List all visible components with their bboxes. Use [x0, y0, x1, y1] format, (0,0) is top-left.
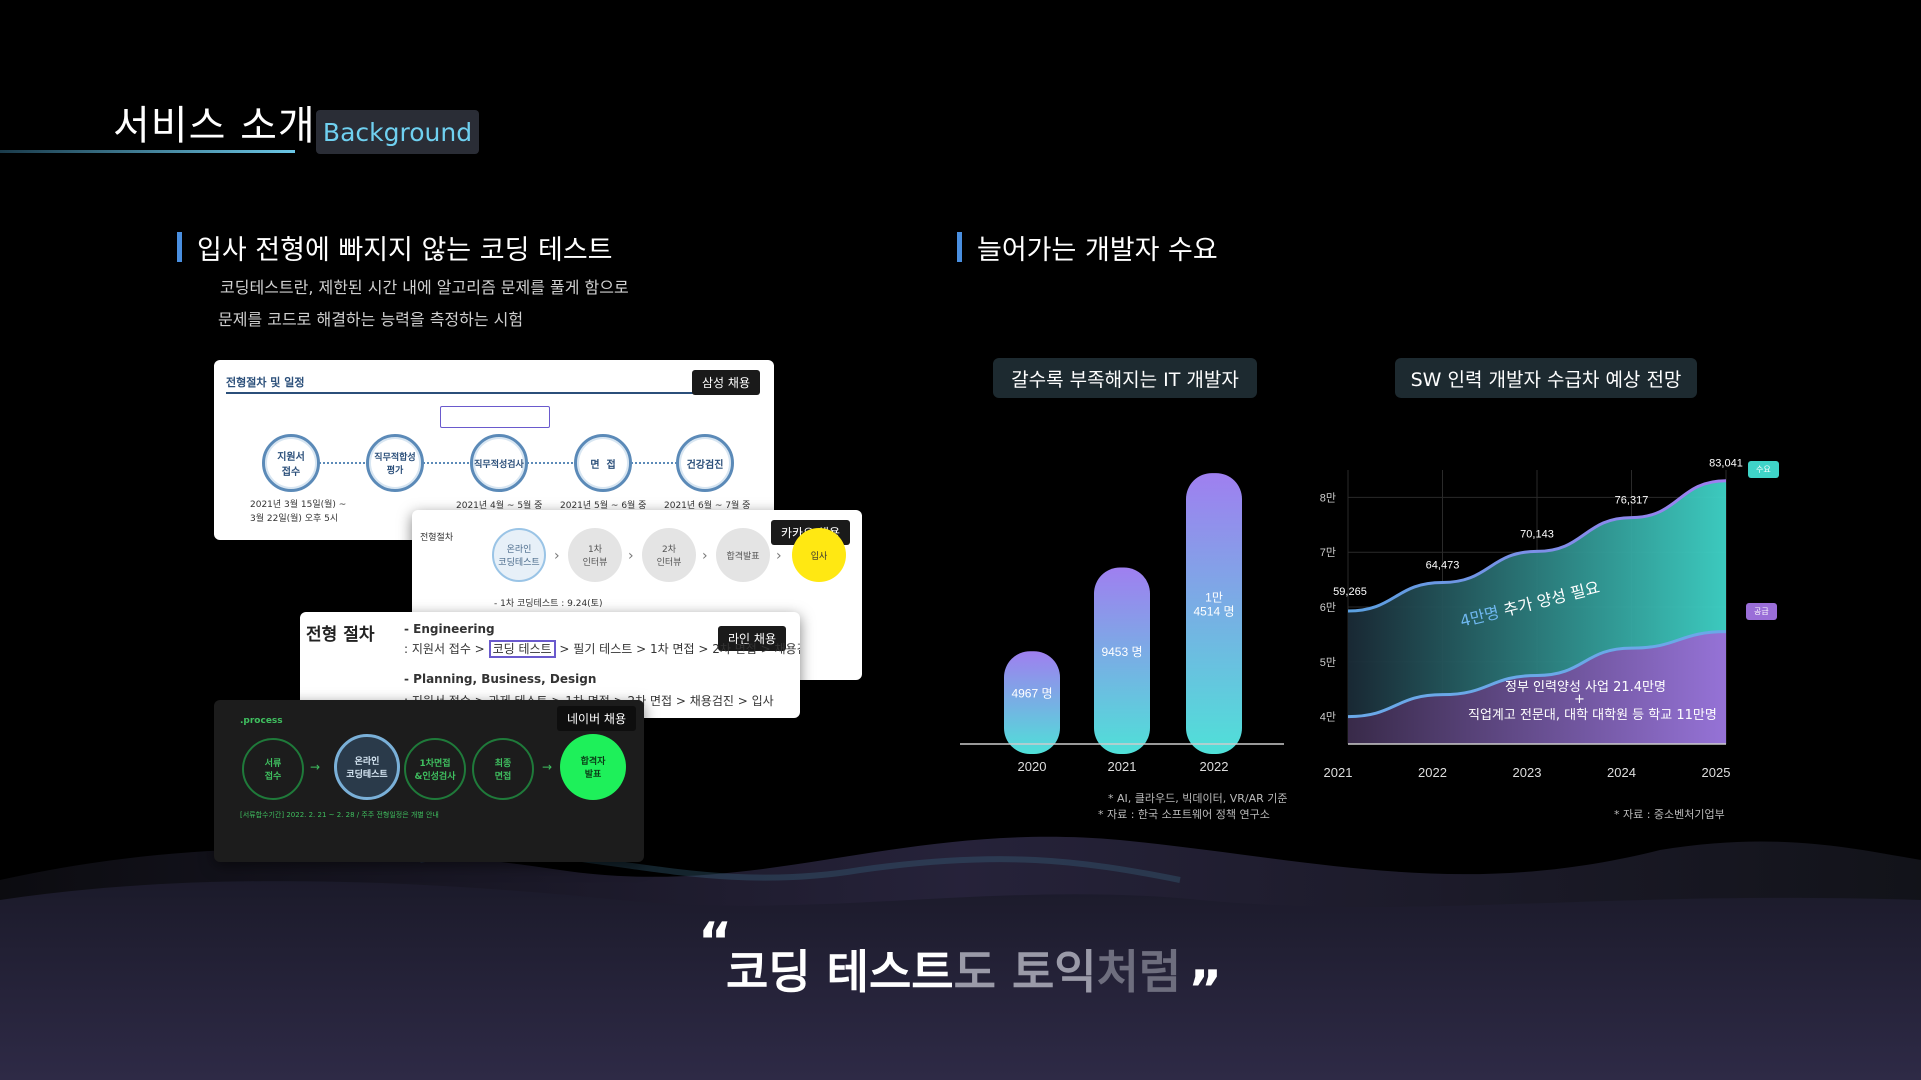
supply-badge: 공급	[1746, 603, 1777, 620]
title-underline	[0, 150, 295, 153]
kakao-arrow-2: ›	[628, 548, 634, 564]
demand-badge: 수요	[1748, 461, 1779, 478]
naver-note: [서류합수기간] 2022. 2. 21 ~ 2. 28 / 주주 전형일정은 …	[240, 811, 439, 819]
kakao-step-5: 입사	[792, 528, 846, 582]
left-desc-line1: 코딩테스트란, 제한된 시간 내에 알고리즘 문제를 풀게 함으로	[220, 278, 629, 297]
x-tick-label: 2020	[1018, 759, 1047, 774]
samsung-heading: 전형절차 및 일정	[226, 376, 305, 389]
x-tick-label: 2021	[1108, 759, 1137, 774]
bar-value-label: 4967 명	[1011, 687, 1052, 701]
chart2-note: * 자료 : 중소벤처기업부	[1614, 808, 1725, 821]
quote-part-1: 코딩 테스트	[726, 945, 954, 999]
quote-part-2: 도 토익	[953, 945, 1097, 999]
y-tick-label: 5만	[1320, 656, 1336, 669]
samsung-date-1: 2021년 3월 15일(월) ~ 3월 22일(월) 오후 5시	[250, 500, 347, 524]
line-track-2: - Planning, Business, Design	[404, 672, 597, 686]
line-heading: 전형 절차	[306, 625, 375, 645]
samsung-step-4: 면 접	[574, 434, 632, 492]
chart1-note-2: * 자료 : 한국 소프트웨어 정책 연구소	[1098, 808, 1270, 821]
x-tick-label: 2024	[1607, 765, 1636, 780]
bar-2020	[1004, 651, 1060, 754]
left-desc-line2: 문제를 코드로 해결하는 능력을 측정하는 시험	[218, 310, 524, 329]
kakao-step-3: 2차 인터뷰	[642, 528, 696, 582]
background-tag: Background	[316, 110, 479, 154]
naver-tag: 네이버 채용	[556, 706, 636, 731]
samsung-step-1: 지원서 접수	[262, 434, 320, 492]
line-track-1: - Engineering	[404, 622, 495, 636]
line-flow-1-highlight: 코딩 테스트	[488, 640, 556, 658]
page-title: 서비스 소개	[113, 103, 316, 149]
right-section-bar	[957, 232, 962, 262]
quote-close-mark: ”	[1188, 960, 1223, 1020]
bar-value-label: 4514 명	[1193, 605, 1234, 619]
x-tick-label: 2023	[1513, 765, 1542, 780]
naver-label: .process	[240, 716, 283, 726]
naver-step-2: 온라인 코딩테스트	[334, 734, 400, 800]
supply-text-1: 정부 인력양성 사업 21.4만명	[1505, 680, 1666, 695]
left-section-bar	[177, 232, 182, 262]
kakao-arrow-1: ›	[554, 548, 560, 564]
y-tick-label: 8만	[1320, 491, 1336, 504]
right-section-title: 늘어가는 개발자 수요	[977, 235, 1218, 266]
naver-arrow-2: →	[542, 760, 553, 774]
samsung-tag: 삼성 채용	[692, 370, 760, 395]
naver-card: .process 네이버 채용 서류 접수 → 온라인 코딩테스트 1차면접 &…	[214, 700, 644, 862]
quote-part-3: 처럼	[1096, 945, 1182, 999]
kakao-arrow-3: ›	[702, 548, 708, 564]
naver-arrow-1: →	[310, 760, 321, 774]
samsung-divider	[226, 392, 706, 394]
chart1-note-1: * AI, 클라우드, 빅데이터, VR/AR 기준	[1108, 792, 1288, 805]
quote-text: 코딩 테스트도 토익처럼	[726, 936, 1181, 1002]
samsung-step-3: 직무적성검사	[470, 434, 528, 492]
demand-value-label: 64,473	[1426, 559, 1460, 571]
kakao-step-4: 합격발표	[716, 528, 770, 582]
kakao-step-2: 1차 인터뷰	[568, 528, 622, 582]
chart2-title-chip: SW 인력 개발자 수급차 예상 전망	[1395, 358, 1697, 398]
line-flow-1-b: > 필기 테스트 > 1차 면접 > 2차 면접 > 채용검진 > 입사	[559, 642, 800, 656]
chart1-title-chip: 갈수록 부족해지는 IT 개발자	[993, 358, 1257, 398]
naver-step-3: 1차면접 &인성검사	[404, 738, 466, 800]
demand-value-label: 59,265	[1333, 586, 1367, 598]
naver-step-4: 최종 면접	[472, 738, 534, 800]
x-tick-label: 2021	[1324, 765, 1353, 780]
line-flow-1-a: : 지원서 접수 >	[404, 642, 485, 656]
samsung-step-2: 직무적합성 평가	[366, 434, 424, 492]
left-section-title: 입사 전형에 빠지지 않는 코딩 테스트	[197, 235, 613, 266]
kakao-step-1: 온라인 코딩테스트	[492, 528, 546, 582]
kakao-label: 전형절차	[420, 533, 454, 543]
demand-value-label: 70,143	[1520, 528, 1554, 540]
supply-text-2: 직업계고 전문대, 대학 대학원 등 학교 11만명	[1468, 708, 1717, 723]
bar-value-label: 9453 명	[1101, 645, 1142, 659]
bar-chart: 4967 명 2020 9453 명 2021 1만4514 명 2022	[960, 473, 1284, 774]
demand-value-label: 83,041	[1709, 458, 1743, 470]
naver-step-1: 서류 접수	[242, 738, 304, 800]
x-tick-label: 2022	[1200, 759, 1229, 774]
demand-value-label: 76,317	[1615, 495, 1649, 507]
y-tick-label: 4만	[1320, 711, 1336, 724]
bar-2021	[1094, 567, 1150, 754]
line-flow-1: : 지원서 접수 > 코딩 테스트 > 필기 테스트 > 1차 면접 > 2차 …	[404, 640, 800, 658]
samsung-step-5: 건강검진	[676, 434, 734, 492]
y-tick-label: 7만	[1320, 546, 1336, 559]
y-tick-label: 6만	[1320, 601, 1336, 614]
bar-value-label: 1만	[1205, 591, 1223, 605]
x-tick-label: 2025	[1702, 765, 1731, 780]
area-chart: 4만 5만 6만 7만 8만 59,265 64,473 70,143 76,317 83,041…	[1320, 458, 1743, 780]
kakao-arrow-4: ›	[776, 548, 782, 564]
x-tick-label: 2022	[1418, 765, 1447, 780]
kakao-note: - 1차 코딩테스트 : 9.24(토)	[494, 599, 603, 609]
naver-step-5: 합격자 발표	[560, 734, 626, 800]
samsung-highlight-box	[440, 406, 550, 428]
